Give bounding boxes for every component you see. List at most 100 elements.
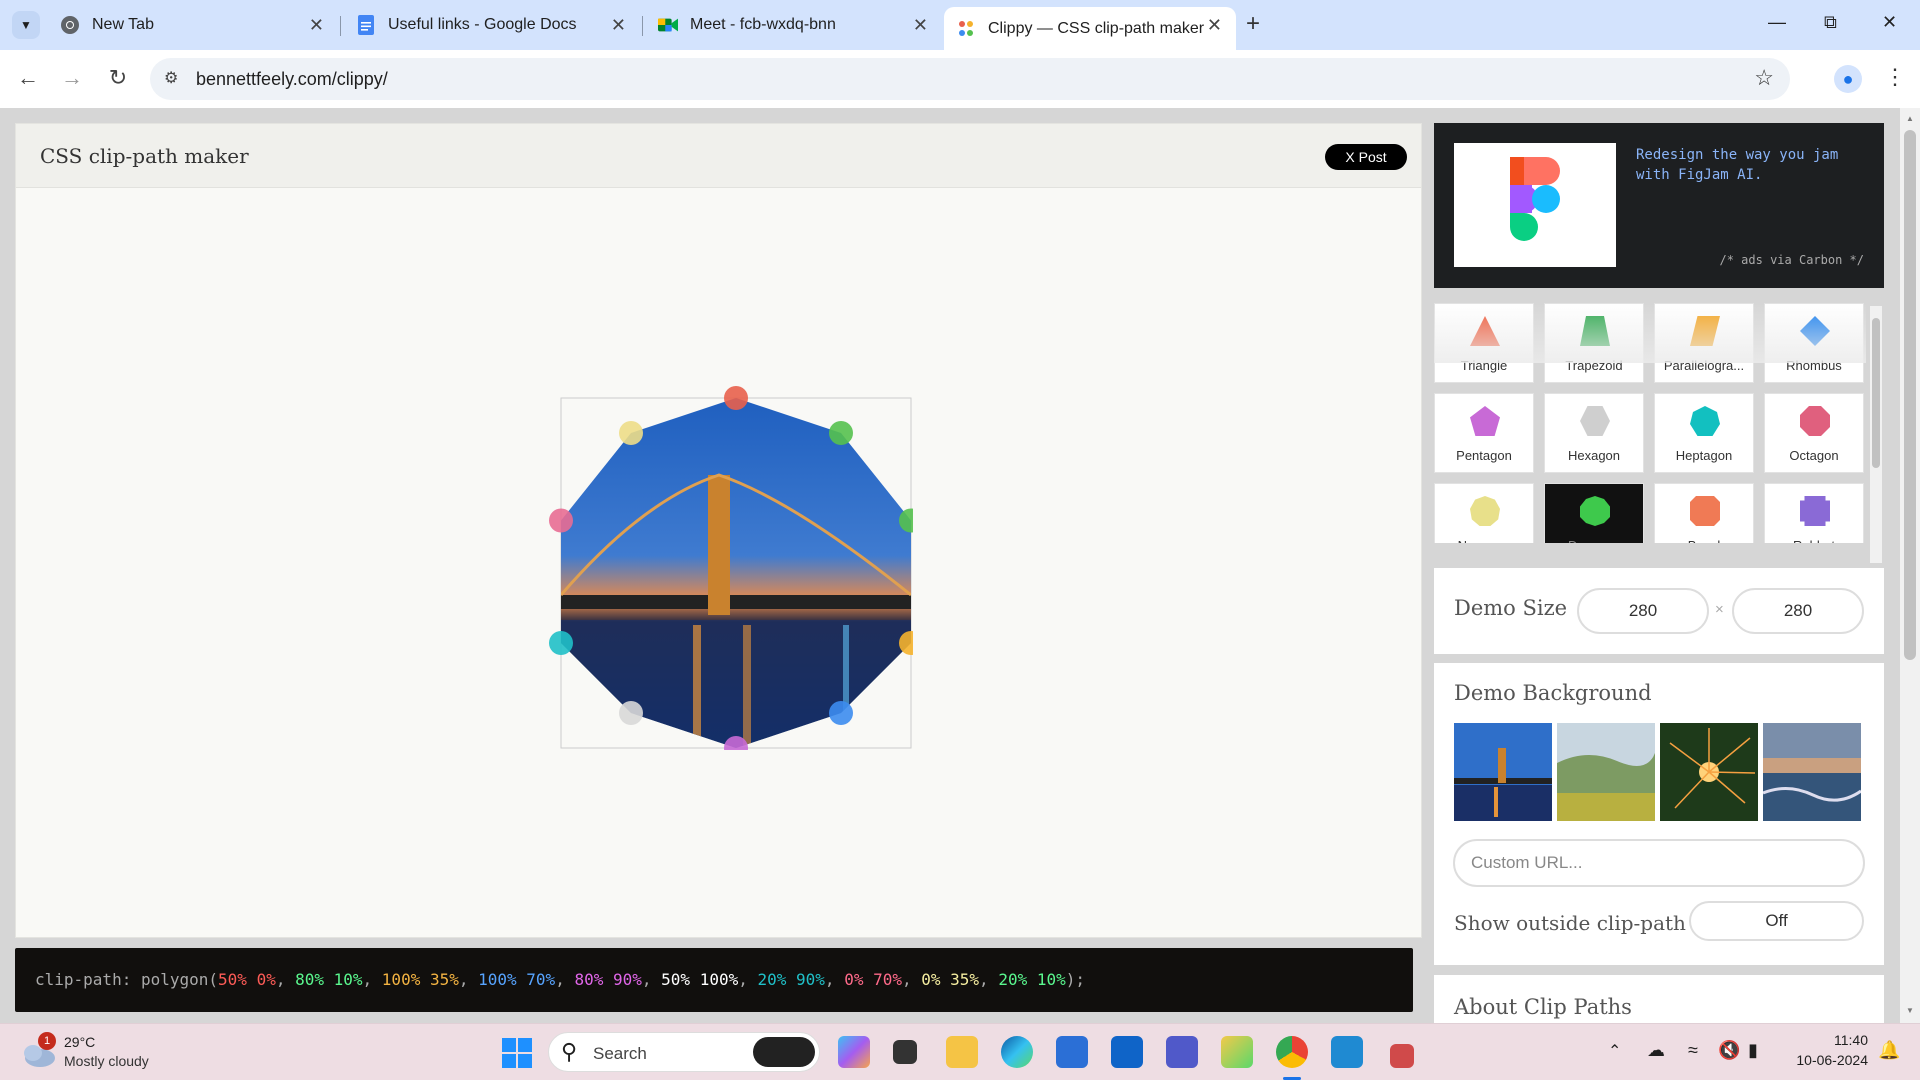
tab-new-tab[interactable]: New Tab ✕ (48, 7, 338, 43)
close-icon[interactable]: ✕ (309, 15, 324, 36)
bg-thumb-landscape[interactable] (1557, 723, 1655, 821)
google-meet-icon (658, 15, 678, 35)
windows-start-icon[interactable] (502, 1038, 532, 1068)
bg-thumb-sea[interactable] (1763, 723, 1861, 821)
polygon-handle[interactable] (549, 508, 573, 533)
demo-height-input[interactable]: 280 (1732, 588, 1864, 634)
tab-search-button[interactable]: ▼ (12, 11, 40, 39)
polygon-handle[interactable] (619, 421, 643, 445)
volume-icon[interactable]: 🔇 (1718, 1040, 1740, 1061)
task-view-icon[interactable] (893, 1040, 917, 1064)
forward-icon[interactable]: → (58, 64, 86, 92)
code-comma: , (555, 970, 575, 989)
shape-decagon[interactable]: Decagon (1544, 483, 1644, 543)
shape-nonagon[interactable]: Nonagon (1434, 483, 1534, 543)
address-bar[interactable]: ⚙ bennettfeely.com/clippy/ ☆ (150, 58, 1790, 100)
shape-hexagon[interactable]: Hexagon (1544, 393, 1644, 473)
search-label: Search (593, 1044, 647, 1063)
restore-icon[interactable]: ⧉ (1824, 12, 1837, 33)
clip-demo[interactable] (543, 380, 913, 750)
back-icon[interactable]: ← (14, 64, 42, 92)
page-scrollbar[interactable]: ▲ ▼ (1900, 108, 1920, 1023)
snipping-tool-icon[interactable] (1221, 1036, 1253, 1068)
code-output[interactable]: clip-path: polygon(50% 0%, 80% 10%, 100%… (15, 948, 1413, 1012)
tab-title: Meet - fcb-wxdq-bnn (690, 16, 836, 33)
tab-google-docs[interactable]: Useful links - Google Docs ✕ (344, 7, 640, 43)
shape-heptagon[interactable]: Heptagon (1654, 393, 1754, 473)
shape-label: Rabbet (1765, 538, 1863, 543)
tab-meet[interactable]: Meet - fcb-wxdq-bnn ✕ (646, 7, 942, 43)
code-point: 20% 10% (998, 970, 1066, 989)
onedrive-icon[interactable]: ☁ (1647, 1040, 1665, 1061)
shape-label: Nonagon (1435, 538, 1533, 543)
edge-icon[interactable] (1001, 1036, 1033, 1068)
code-point: 50% 100% (661, 970, 739, 989)
new-tab-button[interactable]: + (1246, 10, 1260, 38)
clock-date[interactable]: 10-06-2024 (1788, 1052, 1868, 1068)
store-icon[interactable] (1056, 1036, 1088, 1068)
about-label[interactable]: About Clip Paths (1454, 995, 1632, 1019)
polygon-handle[interactable] (619, 701, 643, 725)
carbon-ad[interactable]: Redesign the way you jam with FigJam AI.… (1434, 123, 1884, 288)
shape-label: Heptagon (1675, 448, 1733, 463)
demo-width-input[interactable]: 280 (1577, 588, 1709, 634)
shape-pentagon[interactable]: Pentagon (1434, 393, 1534, 473)
menu-kebab-icon[interactable]: ⋮ (1884, 64, 1906, 90)
url-text: bennettfeely.com/clippy/ (196, 69, 388, 89)
close-icon[interactable]: ✕ (913, 15, 928, 36)
demo-background-panel: Demo Background Custom URL... Show outsi… (1434, 663, 1884, 965)
custom-url-placeholder: Custom URL... (1471, 853, 1583, 872)
close-icon[interactable]: ✕ (611, 15, 626, 36)
shape-rabbet[interactable]: Rabbet (1764, 483, 1864, 543)
notification-badge: 1 (38, 1032, 56, 1050)
code-point: 50% 0% (218, 970, 276, 989)
taskbar-search[interactable]: ⚲ Search (548, 1032, 820, 1072)
teams-icon[interactable] (1166, 1036, 1198, 1068)
close-icon[interactable]: ✕ (1207, 15, 1222, 36)
shape-grid-scrollbar[interactable] (1870, 306, 1882, 563)
vscode-icon[interactable] (1331, 1036, 1363, 1068)
polygon-handle[interactable] (724, 386, 748, 410)
ad-text: Redesign the way you jam with FigJam AI. (1636, 147, 1839, 183)
polygon-handle[interactable] (829, 701, 853, 725)
clippy-icon (956, 19, 976, 39)
shape-swatch (1690, 496, 1720, 526)
shape-bevel[interactable]: Bevel (1654, 483, 1754, 543)
copilot-icon[interactable] (838, 1036, 870, 1068)
wifi-icon[interactable]: ≈ (1688, 1040, 1698, 1061)
polygon-handle[interactable] (549, 631, 573, 655)
minimize-icon[interactable]: — (1768, 12, 1786, 33)
notifications-bell-icon[interactable]: 🔔 (1878, 1040, 1900, 1061)
page-viewport: CSS clip-path maker X Post clip-path: po… (0, 108, 1920, 1023)
chrome-taskbar-icon[interactable] (1276, 1036, 1308, 1068)
tab-clippy[interactable]: Clippy — CSS clip-path maker ✕ (944, 7, 1236, 50)
weather-desc: Mostly cloudy (64, 1053, 149, 1069)
snip-icon[interactable] (1390, 1044, 1414, 1068)
profile-avatar-icon[interactable]: ● (1834, 65, 1862, 93)
close-window-icon[interactable]: ✕ (1882, 12, 1897, 33)
clock-time[interactable]: 11:40 (1798, 1032, 1868, 1048)
shape-octagon[interactable]: Octagon (1764, 393, 1864, 473)
ad-via: /* ads via Carbon */ (1719, 253, 1865, 267)
bookmark-star-icon[interactable]: ☆ (1754, 65, 1774, 91)
custom-url-input[interactable]: Custom URL... (1453, 839, 1865, 887)
chevron-up-icon[interactable]: ⌃ (1608, 1041, 1621, 1061)
weather-widget[interactable]: 1 29°C Mostly cloudy (20, 1032, 180, 1074)
browser-toolbar: ← → ↻ ⚙ bennettfeely.com/clippy/ ☆ ● ⋮ (0, 50, 1920, 108)
figma-logo (1454, 143, 1616, 267)
code-prefix: clip-path: polygon( (35, 970, 219, 989)
bg-thumb-sparkler[interactable] (1660, 723, 1758, 821)
x-post-button[interactable]: X Post (1325, 144, 1407, 170)
tab-title: Clippy — CSS clip-path maker (988, 19, 1205, 37)
file-explorer-icon[interactable] (946, 1036, 978, 1068)
outlook-icon[interactable] (1111, 1036, 1143, 1068)
site-info-icon[interactable]: ⚙ (164, 68, 178, 88)
polygon-handle[interactable] (829, 421, 853, 445)
shape-swatch (1800, 406, 1830, 436)
shape-swatch (1580, 496, 1610, 526)
battery-icon[interactable]: ▮ (1748, 1040, 1758, 1061)
reload-icon[interactable]: ↻ (104, 64, 132, 92)
bg-thumb-bridge[interactable] (1454, 723, 1552, 821)
code-suffix: ); (1065, 970, 1086, 989)
show-outside-toggle[interactable]: Off (1689, 901, 1864, 941)
